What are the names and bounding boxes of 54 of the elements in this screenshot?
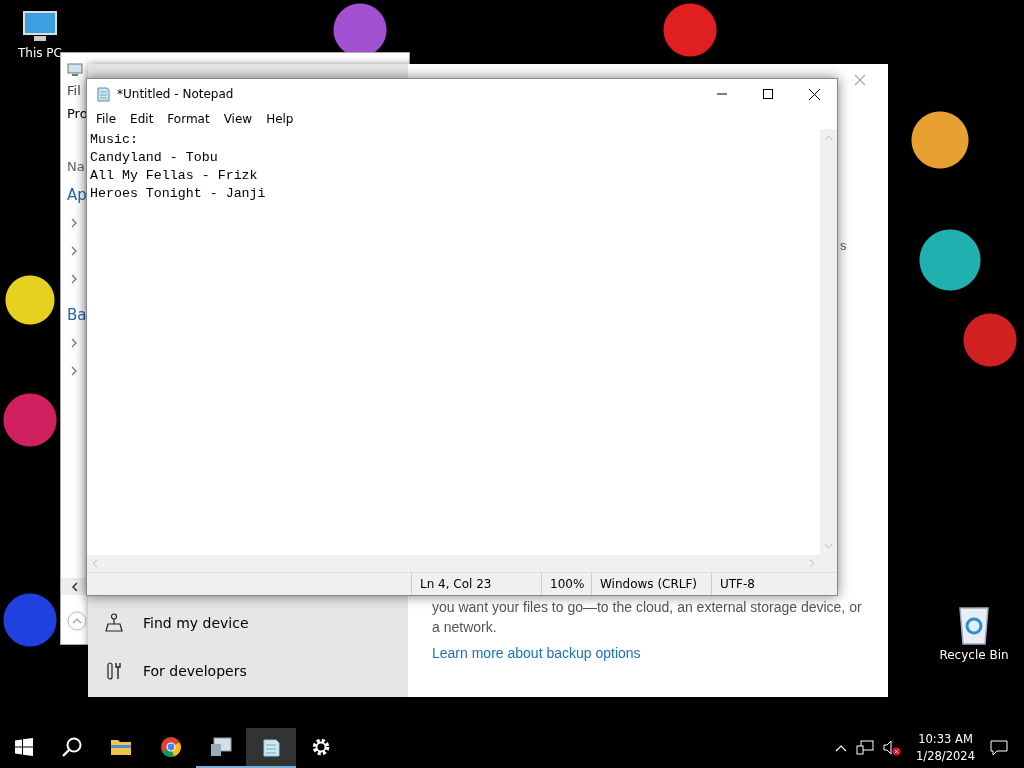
description-text: you want your files to go—to the cloud, an external storage device, or a network. [432,598,863,637]
clock[interactable]: 10:33 AM 1/28/2024 [916,731,975,765]
text-line: Candyland - Tobu [90,149,219,167]
muted-speaker-icon[interactable] [883,740,902,756]
status-field: Windows (CRLF) [592,573,712,595]
monitor-icon [209,736,233,758]
menu-item[interactable]: File [89,112,124,126]
nav-item[interactable]: Find my device [88,599,408,647]
text-fragment: s [840,238,847,253]
windows-logo-icon [15,738,33,756]
text-line: All My Fellas - Frizk [90,167,259,185]
tools-icon [105,661,123,681]
settings-icon [310,736,332,758]
notepad-icon [95,86,111,102]
status-field: 100% [542,573,592,595]
chevron-icon[interactable] [70,274,78,284]
close-icon [808,88,820,100]
column-header[interactable]: Na [67,159,85,174]
group-header[interactable]: Ap [67,186,87,204]
menu-item[interactable]: Edit [123,112,161,126]
backup-options-link[interactable]: Learn more about backup options [432,645,878,661]
maximize-icon [763,89,773,99]
text-line: Music: [90,131,139,149]
chevron-up-icon[interactable] [835,744,848,752]
chevron-icon[interactable] [70,246,78,256]
menu-item[interactable]: Help [259,112,301,126]
status-field: Ln 4, Col 23 [412,573,542,595]
computer-icon [20,10,60,44]
search-icon [61,736,83,758]
close-icon[interactable] [854,74,866,86]
notification-icon[interactable] [990,740,1008,756]
text-line: Heroes Tonight - Janji [90,185,267,203]
collapse-icon[interactable] [67,611,87,631]
menu-item[interactable]: Format [160,112,217,126]
group-header[interactable]: Ba [67,306,87,324]
monitor-icon [67,63,83,77]
network-icon[interactable] [856,740,875,756]
chevron-icon[interactable] [70,366,78,376]
window-title: *Untitled - Notepad [117,87,235,101]
taskbar-button[interactable] [246,728,296,768]
scroll-left-icon[interactable] [71,581,79,592]
folder-icon [110,738,132,756]
desktop-shortcut[interactable]: This PC [2,10,78,60]
menu-item[interactable]: View [216,112,260,126]
chevron-icon[interactable] [70,218,78,228]
text-area[interactable]: Music: Candyland - Tobu All My Fellas - Frizk Heroes Tonight - Janji [87,129,820,555]
menu-item[interactable]: Fil [67,83,81,98]
person-pin-icon [105,613,123,633]
chevron-icon[interactable] [70,338,78,348]
desktop-shortcut[interactable]: Recycle Bin [936,602,1012,662]
nav-item[interactable]: For developers [88,647,408,695]
notepad-icon [260,736,282,758]
browser-icon [160,736,182,758]
status-field: UTF-8 [712,573,755,595]
